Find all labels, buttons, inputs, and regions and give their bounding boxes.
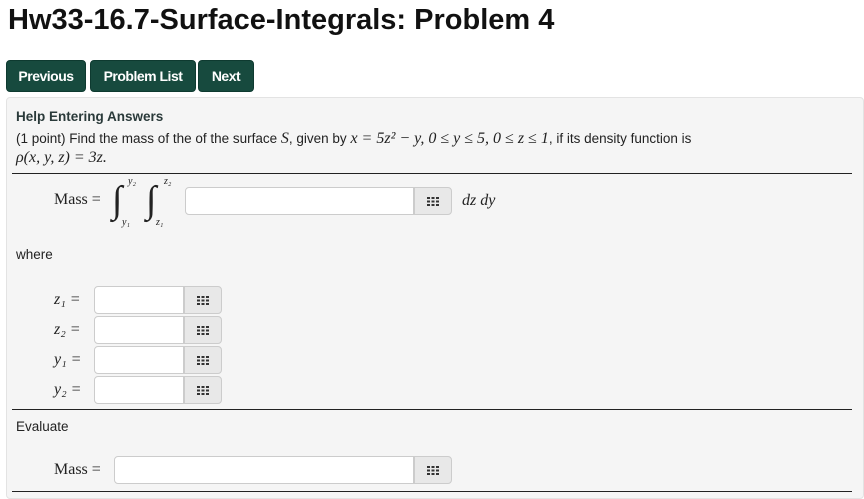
- grid-icon: [427, 465, 439, 475]
- mass-integral-label: Mass =: [54, 191, 101, 208]
- grid-icon: [427, 196, 439, 206]
- grid-icon: [197, 325, 209, 335]
- density-text: , if its density function is: [548, 131, 692, 146]
- integrand-input[interactable]: [185, 187, 414, 215]
- z1-input[interactable]: [94, 286, 184, 314]
- equation-editor-button[interactable]: [184, 346, 222, 374]
- page-title: Hw33-16.7-Surface-Integrals: Problem 4: [8, 4, 555, 36]
- integral-sign-inner: ∫: [146, 179, 157, 221]
- evaluate-label: Evaluate: [16, 419, 69, 434]
- problem-list-button[interactable]: Problem List: [90, 60, 196, 92]
- lower-limit-outer: y₁: [122, 217, 130, 228]
- limit-label: y₁ =: [54, 351, 82, 368]
- help-entering-answers-link[interactable]: Help Entering Answers: [16, 109, 163, 124]
- equation-editor-button[interactable]: [184, 286, 222, 314]
- divider: [12, 173, 852, 174]
- upper-limit-outer: y₂: [128, 176, 136, 187]
- equation-editor-button[interactable]: [184, 316, 222, 344]
- y1-input[interactable]: [94, 346, 184, 374]
- z2-input[interactable]: [94, 316, 184, 344]
- grid-icon: [197, 295, 209, 305]
- previous-button[interactable]: Previous: [6, 60, 86, 92]
- density-function: ρ(x, y, z) = 3z.: [16, 149, 107, 166]
- equation-editor-button[interactable]: [184, 376, 222, 404]
- equation-editor-button[interactable]: [414, 456, 452, 484]
- equation-editor-button[interactable]: [414, 187, 452, 215]
- intro-text: (1 point) Find the mass of the of the su…: [16, 131, 281, 146]
- grid-icon: [197, 385, 209, 395]
- where-label: where: [16, 247, 53, 262]
- limit-label: z₂ =: [54, 321, 81, 338]
- integral-sign-outer: ∫: [112, 179, 123, 221]
- differentials: dz dy: [462, 192, 496, 209]
- grid-icon: [197, 355, 209, 365]
- divider: [12, 491, 852, 492]
- problem-statement: (1 point) Find the mass of the of the su…: [16, 130, 691, 148]
- surface-equation: x = 5z² − y, 0 ≤ y ≤ 5, 0 ≤ z ≤ 1: [350, 130, 549, 147]
- given-by-text: , given by: [288, 131, 351, 146]
- mass-input[interactable]: [114, 456, 414, 484]
- y2-input[interactable]: [94, 376, 184, 404]
- next-button[interactable]: Next: [198, 60, 254, 92]
- divider: [12, 409, 852, 410]
- upper-limit-inner: z₂: [164, 176, 172, 187]
- lower-limit-inner: z₁: [156, 217, 164, 228]
- surface-symbol: S: [280, 130, 289, 147]
- limit-label: y₂ =: [54, 381, 82, 398]
- limit-label: z₁ =: [54, 291, 81, 308]
- mass-label: Mass =: [54, 461, 101, 478]
